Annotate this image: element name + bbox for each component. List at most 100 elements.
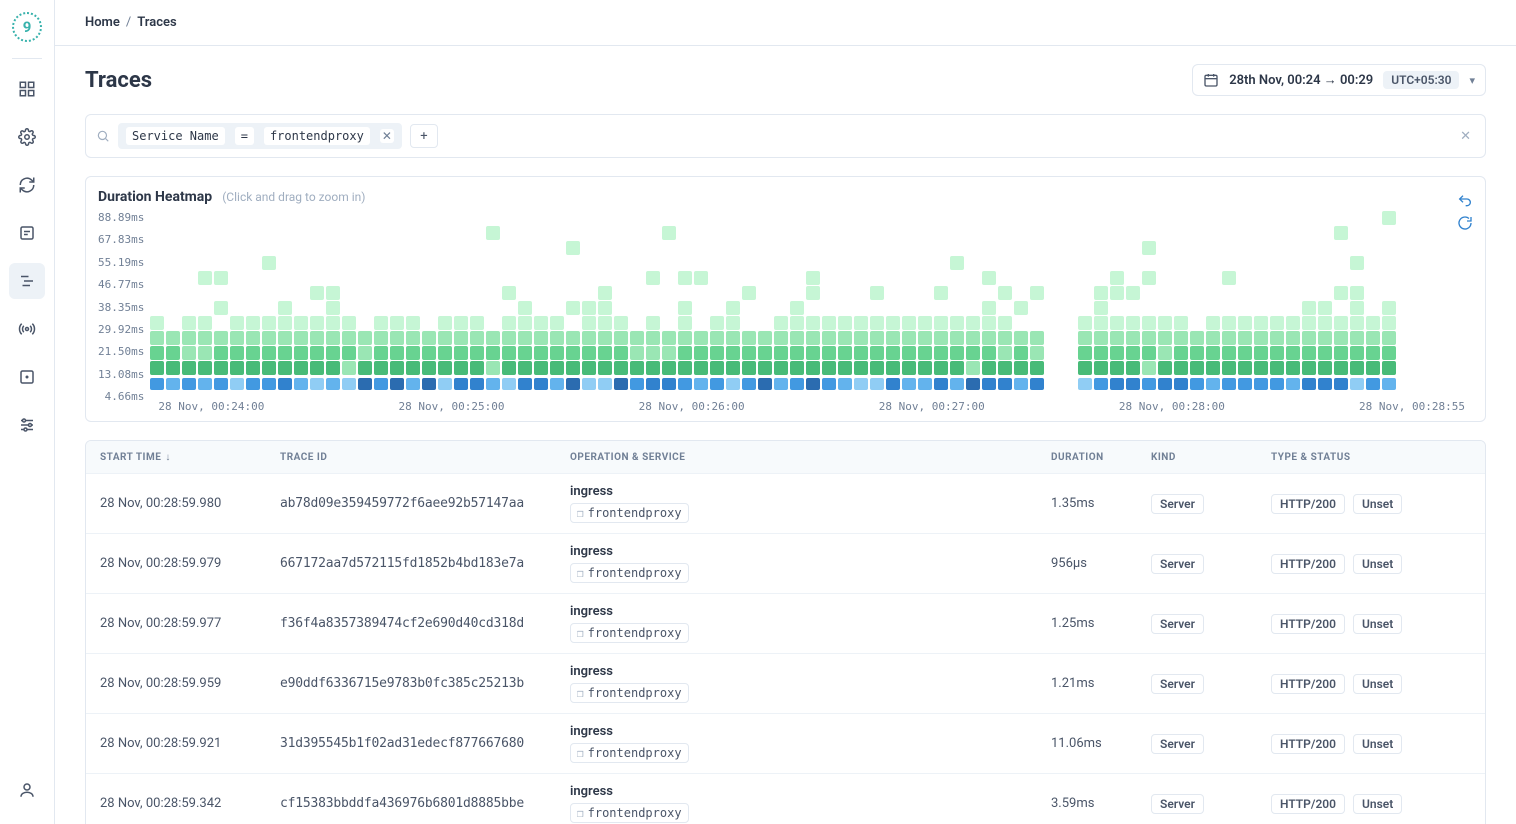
heatmap-cell[interactable]: [486, 256, 500, 270]
heatmap-cell[interactable]: [694, 286, 708, 300]
heatmap-cell[interactable]: [422, 271, 436, 285]
heatmap-cell[interactable]: [486, 211, 500, 225]
heatmap-cell[interactable]: [454, 378, 468, 390]
heatmap-cell[interactable]: [470, 301, 484, 315]
heatmap-cell[interactable]: [694, 256, 708, 270]
heatmap-cell[interactable]: [870, 331, 884, 345]
heatmap-cell[interactable]: [1222, 211, 1236, 225]
heatmap-cell[interactable]: [886, 241, 900, 255]
heatmap-cell[interactable]: [326, 331, 340, 345]
heatmap-cell[interactable]: [262, 286, 276, 300]
heatmap-cell[interactable]: [374, 226, 388, 240]
heatmap-cell[interactable]: [742, 361, 756, 375]
heatmap-cell[interactable]: [1254, 316, 1268, 330]
heatmap-cell[interactable]: [918, 256, 932, 270]
heatmap-cell[interactable]: [790, 301, 804, 315]
heatmap-cell[interactable]: [1078, 271, 1092, 285]
heatmap-cell[interactable]: [582, 301, 596, 315]
heatmap-cell[interactable]: [1334, 226, 1348, 240]
heatmap-cell[interactable]: [1094, 316, 1108, 330]
heatmap-cell[interactable]: [566, 331, 580, 345]
heatmap-cell[interactable]: [1350, 256, 1364, 270]
heatmap-cell[interactable]: [486, 271, 500, 285]
heatmap-cell[interactable]: [998, 211, 1012, 225]
heatmap-cell[interactable]: [214, 361, 228, 375]
heatmap-cell[interactable]: [662, 226, 676, 240]
heatmap-cell[interactable]: [1062, 286, 1076, 300]
heatmap-cell[interactable]: [742, 211, 756, 225]
breadcrumb-home[interactable]: Home: [85, 15, 120, 30]
heatmap-cell[interactable]: [150, 226, 164, 240]
heatmap-cell[interactable]: [214, 241, 228, 255]
heatmap-cell[interactable]: [182, 241, 196, 255]
heatmap-cell[interactable]: [246, 346, 260, 360]
heatmap-cell[interactable]: [710, 271, 724, 285]
heatmap-cell[interactable]: [518, 286, 532, 300]
heatmap-cell[interactable]: [294, 301, 308, 315]
heatmap-cell[interactable]: [1222, 346, 1236, 360]
heatmap-cell[interactable]: [806, 301, 820, 315]
heatmap-cell[interactable]: [1382, 271, 1396, 285]
heatmap-cell[interactable]: [406, 316, 420, 330]
heatmap-cell[interactable]: [918, 346, 932, 360]
heatmap-cell[interactable]: [486, 361, 500, 375]
heatmap-cell[interactable]: [358, 271, 372, 285]
heatmap-cell[interactable]: [790, 271, 804, 285]
heatmap-cell[interactable]: [886, 361, 900, 375]
heatmap-cell[interactable]: [1078, 316, 1092, 330]
heatmap-cell[interactable]: [614, 226, 628, 240]
heatmap-cell[interactable]: [966, 346, 980, 360]
heatmap-cell[interactable]: [1190, 301, 1204, 315]
heatmap-cell[interactable]: [1238, 361, 1252, 375]
heatmap-cell[interactable]: [694, 301, 708, 315]
heatmap-cell[interactable]: [726, 331, 740, 345]
heatmap-cell[interactable]: [294, 361, 308, 375]
heatmap-cell[interactable]: [1254, 241, 1268, 255]
heatmap-cell[interactable]: [262, 211, 276, 225]
heatmap-cell[interactable]: [454, 226, 468, 240]
heatmap-cell[interactable]: [870, 361, 884, 375]
heatmap-cell[interactable]: [566, 316, 580, 330]
heatmap-cell[interactable]: [982, 316, 996, 330]
heatmap-cell[interactable]: [1318, 378, 1332, 390]
heatmap-cell[interactable]: [1382, 226, 1396, 240]
heatmap-cell[interactable]: [726, 286, 740, 300]
heatmap-cell[interactable]: [1302, 301, 1316, 315]
heatmap-cell[interactable]: [758, 271, 772, 285]
heatmap-cell[interactable]: [1222, 331, 1236, 345]
heatmap-cell[interactable]: [1302, 286, 1316, 300]
heatmap-cell[interactable]: [422, 256, 436, 270]
heatmap-cell[interactable]: [774, 286, 788, 300]
heatmap-cell[interactable]: [1094, 331, 1108, 345]
heatmap-cell[interactable]: [1110, 301, 1124, 315]
heatmap-cell[interactable]: [1302, 361, 1316, 375]
heatmap-cell[interactable]: [838, 256, 852, 270]
heatmap-cell[interactable]: [294, 241, 308, 255]
heatmap-cell[interactable]: [918, 226, 932, 240]
heatmap-cell[interactable]: [1174, 271, 1188, 285]
heatmap-cell[interactable]: [1270, 361, 1284, 375]
heatmap-cell[interactable]: [1350, 346, 1364, 360]
heatmap-cell[interactable]: [198, 378, 212, 390]
heatmap-cell[interactable]: [1126, 346, 1140, 360]
heatmap-cell[interactable]: [518, 346, 532, 360]
heatmap-cell[interactable]: [310, 316, 324, 330]
heatmap-cell[interactable]: [278, 346, 292, 360]
heatmap-cell[interactable]: [966, 226, 980, 240]
heatmap-cell[interactable]: [214, 286, 228, 300]
heatmap-cell[interactable]: [534, 256, 548, 270]
heatmap-cell[interactable]: [246, 378, 260, 390]
heatmap-cell[interactable]: [902, 241, 916, 255]
heatmap-cell[interactable]: [1158, 378, 1172, 390]
heatmap-cell[interactable]: [854, 301, 868, 315]
heatmap-cell[interactable]: [166, 316, 180, 330]
heatmap-cell[interactable]: [182, 346, 196, 360]
heatmap-cell[interactable]: [1206, 301, 1220, 315]
heatmap-cell[interactable]: [966, 211, 980, 225]
heatmap-cell[interactable]: [982, 331, 996, 345]
heatmap-cell[interactable]: [166, 271, 180, 285]
heatmap-cell[interactable]: [886, 256, 900, 270]
heatmap-cell[interactable]: [870, 211, 884, 225]
heatmap-cell[interactable]: [1014, 301, 1028, 315]
heatmap-cell[interactable]: [358, 256, 372, 270]
